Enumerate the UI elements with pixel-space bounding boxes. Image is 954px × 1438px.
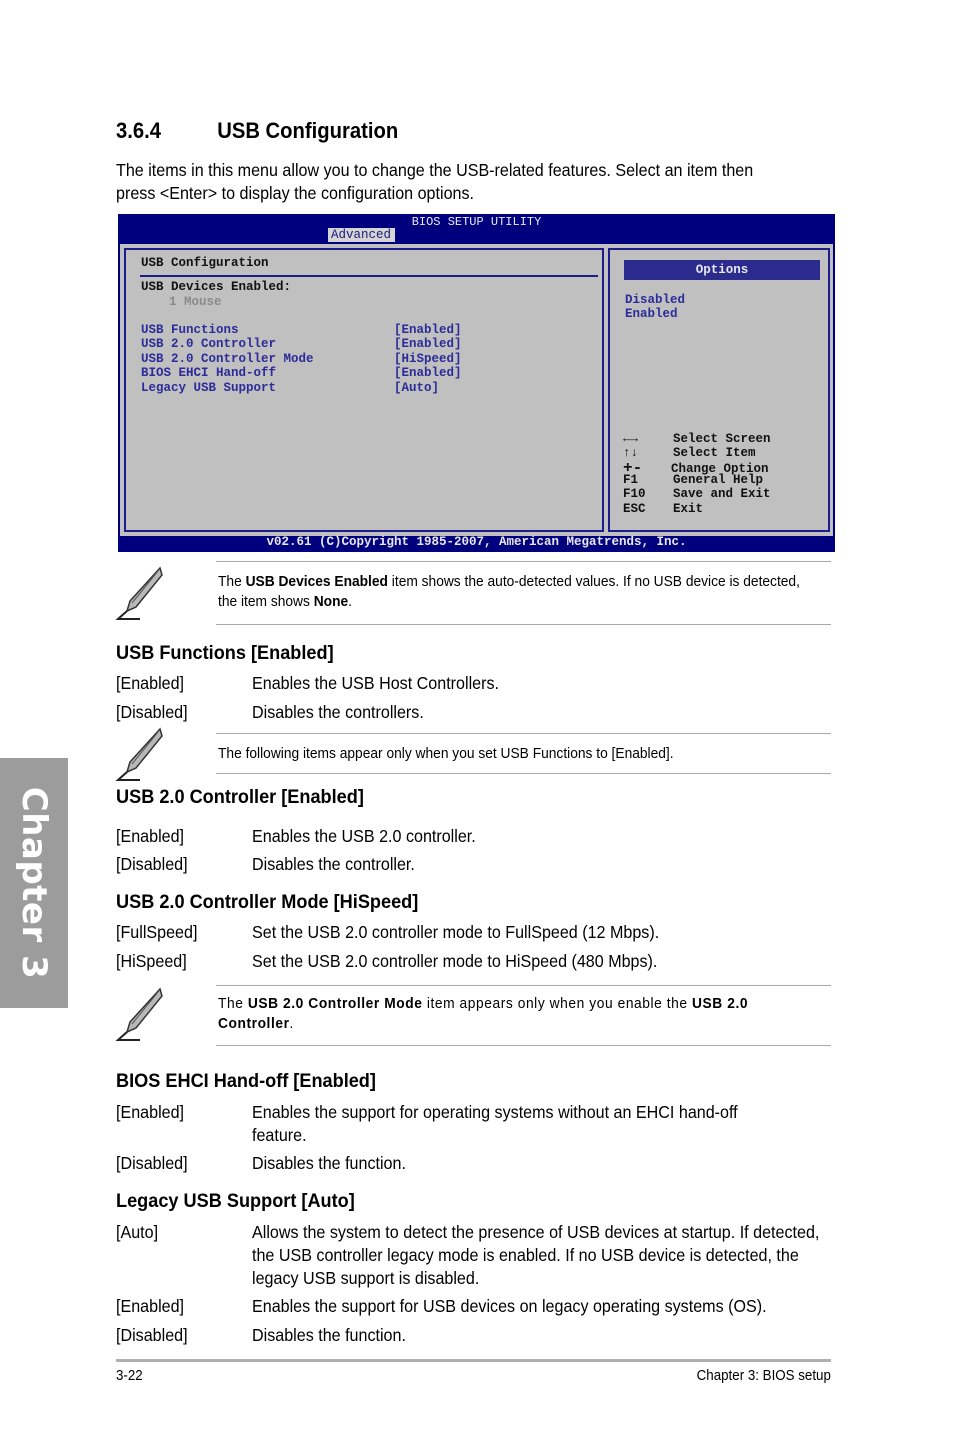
note-pen-icon [115, 987, 163, 1041]
option-key: [FullSpeed] [116, 922, 198, 942]
note-divider [216, 733, 831, 734]
bios-item-list: USB Functions [Enabled] USB 2.0 Controlle… [141, 323, 462, 395]
option-desc: Set the USB 2.0 controller mode to FullS… [252, 922, 660, 942]
option-desc: Enables the USB 2.0 controller. [252, 826, 476, 846]
key-legend-row: +- Change Option [623, 460, 771, 476]
intro-line: The items in this menu allow you to chan… [116, 160, 754, 180]
key-action: Exit [673, 501, 704, 516]
option-enabled[interactable]: Enabled [625, 307, 685, 321]
setting-heading-usb-functions: USB Functions [Enabled] [116, 642, 334, 664]
left-right-arrows-icon: ←→ [623, 432, 639, 446]
usb-devices-value: 1 Mouse [169, 295, 222, 309]
footer-divider [116, 1359, 831, 1362]
bios-item-label: USB Functions [141, 323, 239, 337]
chapter-tab-label: Chapter 3 [14, 786, 54, 980]
option-key: [Disabled] [116, 854, 188, 874]
option-key: [Disabled] [116, 1153, 188, 1173]
intro-paragraph: The items in this menu allow you to chan… [116, 159, 778, 205]
note-pen-icon [115, 727, 163, 781]
option-desc: Allows the system to detect the presence… [252, 1222, 820, 1288]
section-number: 3.6.4 [116, 118, 162, 143]
note-divider [216, 985, 831, 986]
option-key: [Disabled] [116, 1325, 188, 1345]
note-divider [216, 561, 831, 562]
options-header: Options [624, 260, 820, 280]
option-key: [Enabled] [116, 1102, 185, 1122]
key-legend-row: F10 Save and Exit [623, 487, 771, 501]
bios-copyright: v02.61 (C)Copyright 1985-2007, American … [266, 535, 687, 549]
option-key: [Auto] [116, 1222, 159, 1242]
bios-item-usb20-controller[interactable]: USB 2.0 Controller [Enabled] [141, 337, 462, 352]
bios-title: BIOS SETUP UTILITY [411, 215, 542, 229]
option-key: [HiSpeed] [116, 951, 187, 971]
key-legend-row: ↑↓ Select Item [623, 446, 771, 460]
bios-screen: BIOS SETUP UTILITY Advanced USB Configur… [118, 214, 835, 552]
bios-item-ehci-handoff[interactable]: BIOS EHCI Hand-off [Enabled] [141, 366, 462, 381]
bios-item-usb-functions[interactable]: USB Functions [Enabled] [141, 323, 462, 337]
page-number: 3-22 [116, 1368, 143, 1384]
options-list: Disabled Enabled [625, 293, 685, 322]
bios-item-label: USB 2.0 Controller [141, 337, 277, 352]
note-divider [216, 624, 831, 625]
setting-heading-usb20-controller-mode: USB 2.0 Controller Mode [HiSpeed] [116, 891, 419, 913]
bios-item-value: [Enabled] [394, 323, 462, 337]
bios-item-label: BIOS EHCI Hand-off [141, 366, 277, 381]
key-name: F10 [623, 487, 646, 502]
key-name: F1 [623, 472, 639, 487]
section-title-text: USB Configuration [217, 118, 399, 143]
bios-settings-panel: USB Configuration USB Devices Enabled: 1… [124, 248, 604, 532]
bios-item-value: [Auto] [394, 380, 440, 395]
setting-heading-usb20-controller: USB 2.0 Controller [Enabled] [116, 786, 364, 808]
setting-heading-ehci-handoff: BIOS EHCI Hand-off [Enabled] [116, 1070, 376, 1092]
note-usb-devices: The USB Devices Enabled item shows the a… [218, 574, 800, 610]
option-desc: Disables the function. [252, 1325, 406, 1345]
intro-line: press <Enter> to display the configurati… [116, 183, 475, 203]
bios-item-value: [Enabled] [394, 366, 462, 381]
key-legend-row: F1 General Help [623, 473, 771, 487]
option-key: [Enabled] [116, 673, 185, 693]
option-desc: Enables the support for USB devices on l… [252, 1296, 767, 1316]
note-following-items: The following items appear only when you… [218, 746, 674, 762]
bios-item-label: Legacy USB Support [141, 380, 277, 395]
bios-item-value: [Enabled] [394, 337, 462, 352]
bios-item-value: [HiSpeed] [394, 351, 462, 366]
footer-chapter: Chapter 3: BIOS setup [696, 1368, 831, 1384]
option-key: [Enabled] [116, 826, 185, 846]
note-divider [216, 1045, 831, 1046]
bios-tab-advanced[interactable]: Advanced [328, 228, 396, 242]
chapter-side-tab: Chapter 3 [0, 758, 68, 1008]
note-pen-icon [115, 566, 163, 620]
bios-body: USB Configuration USB Devices Enabled: 1… [120, 244, 833, 536]
usb-devices-label: USB Devices Enabled: [141, 280, 292, 294]
key-action: Save and Exit [673, 487, 771, 502]
key-action: Select Screen [673, 432, 771, 446]
option-key: [Disabled] [116, 702, 188, 722]
bios-item-legacy-usb-support[interactable]: Legacy USB Support [Auto] [141, 380, 439, 395]
bios-heading-divider [140, 275, 598, 277]
bios-panel-heading: USB Configuration [141, 256, 269, 270]
option-desc: Disables the controller. [252, 854, 415, 874]
option-disabled[interactable]: Disabled [625, 293, 685, 307]
note-controller-mode: The USB 2.0 Controller Mode item appears… [218, 996, 749, 1032]
option-desc: Enables the support for operating system… [252, 1102, 738, 1145]
option-desc: Set the USB 2.0 controller mode to HiSpe… [252, 951, 658, 971]
bios-item-label: USB 2.0 Controller Mode [141, 351, 314, 366]
bios-item-usb20-controller-mode[interactable]: USB 2.0 Controller Mode [HiSpeed] [141, 351, 462, 366]
option-desc: Enables the USB Host Controllers. [252, 673, 499, 693]
key-legend: ←→ Select Screen ↑↓ Select Item +- Change O… [623, 432, 771, 516]
bios-help-panel: Options Disabled Enabled ←→ Select Screen… [608, 248, 830, 532]
key-name: ESC [623, 501, 646, 516]
section-title: 3.6.4 USB Configuration [116, 118, 398, 144]
key-action: Select Item [673, 446, 756, 461]
key-action: General Help [673, 472, 764, 487]
key-legend-row: ←→ Select Screen [623, 432, 771, 446]
option-desc: Disables the controllers. [252, 702, 424, 722]
option-desc: Disables the function. [252, 1153, 406, 1173]
setting-heading-legacy-usb: Legacy USB Support [Auto] [116, 1190, 355, 1212]
note-divider [216, 773, 831, 774]
option-key: [Enabled] [116, 1296, 185, 1316]
key-legend-row: ESC Exit [623, 502, 771, 516]
